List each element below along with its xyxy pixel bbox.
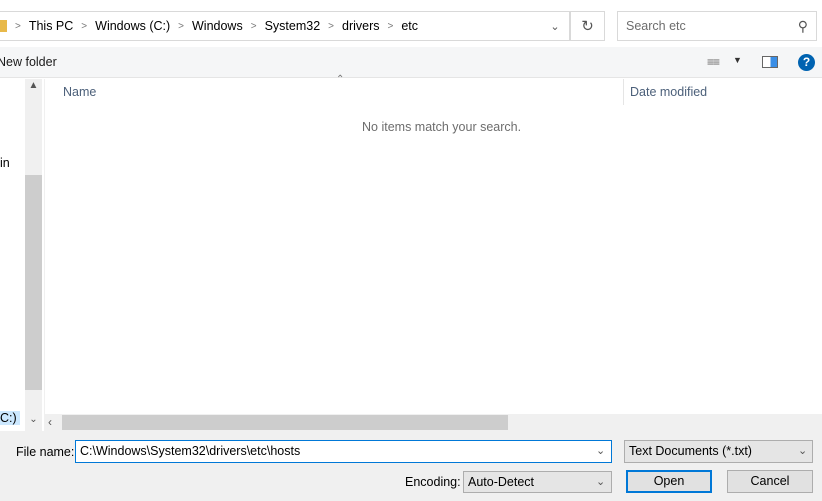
column-divider[interactable] [623, 79, 624, 105]
chevron-right-icon[interactable]: > [178, 21, 184, 32]
preview-pane-icon[interactable] [762, 56, 778, 68]
file-type-select[interactable]: Text Documents (*.txt) [624, 440, 813, 463]
horizontal-scrollbar-thumb[interactable] [62, 415, 508, 430]
file-name-label: File name: [16, 445, 75, 459]
breadcrumb-system32[interactable]: System32 [265, 19, 321, 33]
breadcrumb-windows[interactable]: Windows [192, 19, 243, 33]
nav-item-drive[interactable]: C:) [0, 411, 20, 425]
file-name-chevron-down-icon[interactable]: ⌄ [596, 444, 605, 457]
breadcrumb-this-pc[interactable]: This PC [29, 19, 73, 33]
empty-message: No items match your search. [362, 120, 522, 134]
nav-scrollbar-thumb[interactable] [25, 175, 42, 390]
search-icon: ⚲ [797, 18, 808, 34]
encoding-chevron-down-icon[interactable]: ⌄ [596, 475, 605, 488]
new-folder-button[interactable]: New folder [0, 55, 57, 69]
search-placeholder: Search etc [626, 19, 686, 33]
chevron-right-icon[interactable]: > [81, 21, 87, 32]
search-input[interactable]: Search etc ⚲ [617, 11, 817, 41]
breadcrumb-drivers[interactable]: drivers [342, 19, 380, 33]
column-header-date-modified[interactable]: Date modified [630, 85, 707, 99]
chevron-right-icon[interactable]: > [251, 21, 257, 32]
breadcrumb-windows-c[interactable]: Windows (C:) [95, 19, 170, 33]
file-type-chevron-down-icon[interactable]: ⌄ [798, 444, 807, 457]
nav-item-partial[interactable]: in [0, 156, 10, 170]
open-button[interactable]: Open [626, 470, 712, 493]
scroll-left-arrow-icon[interactable]: ‹ [48, 415, 52, 429]
breadcrumb-etc[interactable]: etc [401, 19, 418, 33]
chevron-right-icon[interactable]: > [388, 21, 394, 32]
view-details-icon[interactable]: ≡≡ [707, 55, 720, 69]
scroll-down-arrow-icon[interactable]: ⌄ [25, 414, 42, 430]
scroll-up-arrow-icon[interactable]: ▲ [25, 80, 42, 96]
toolbar: New folder ≡≡ ▼ ? [0, 47, 822, 78]
encoding-label: Encoding: [405, 475, 461, 489]
cancel-button[interactable]: Cancel [727, 470, 813, 493]
file-name-input[interactable]: C:\Windows\System32\drivers\etc\hosts [75, 440, 612, 463]
column-header-name[interactable]: Name [63, 85, 96, 99]
encoding-select[interactable]: Auto-Detect [463, 471, 612, 493]
help-icon[interactable]: ? [798, 54, 815, 71]
chevron-right-icon[interactable]: > [328, 21, 334, 32]
sort-ascending-icon: ⌃ [336, 74, 345, 85]
address-history-chevron-down-icon[interactable]: ⌄ [540, 11, 570, 41]
view-options-caret-icon[interactable]: ▼ [733, 55, 742, 65]
refresh-button[interactable]: ↻ [570, 11, 605, 41]
folder-icon [0, 20, 7, 32]
chevron-right-icon[interactable]: > [15, 21, 21, 32]
address-bar[interactable]: > This PC > Windows (C:) > Windows > Sys… [0, 11, 570, 41]
